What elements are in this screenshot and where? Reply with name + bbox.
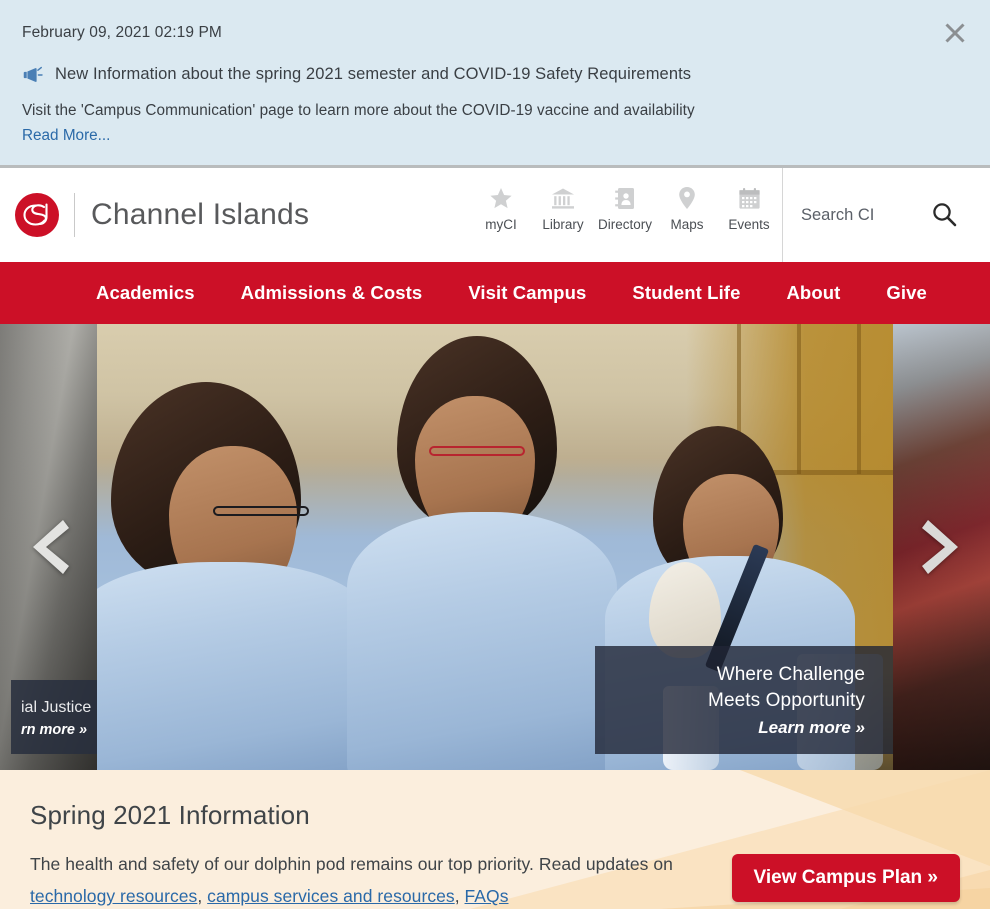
utility-nav-item-library[interactable]: Library — [532, 184, 594, 232]
spring-information-panel: Spring 2021 Information The health and s… — [0, 770, 990, 909]
brand-divider — [74, 193, 75, 237]
utility-nav-label: Directory — [597, 217, 652, 232]
carousel-caption-current: Where Challenge Meets Opportunity Learn … — [595, 646, 893, 754]
hero-carousel: ial Justice rn more » Where Challenge Me… — [0, 324, 990, 770]
library-building-icon — [551, 184, 575, 210]
info-link-faqs[interactable]: FAQs — [465, 886, 509, 906]
utility-nav-label: Events — [728, 217, 770, 232]
csu-seal-icon — [14, 192, 60, 238]
search-input[interactable] — [801, 205, 925, 225]
view-campus-plan-button[interactable]: View Campus Plan » — [731, 854, 960, 902]
search-area — [782, 168, 990, 262]
alert-headline-row: New Information about the spring 2021 se… — [22, 65, 968, 84]
info-link-technology-resources[interactable]: technology resources — [30, 886, 197, 906]
utility-nav-label: Library — [542, 217, 584, 232]
info-link-campus-services[interactable]: campus services and resources — [207, 886, 455, 906]
alert-headline: New Information about the spring 2021 se… — [55, 65, 692, 83]
site-header: Channel Islands myCI Library Directory M… — [0, 168, 990, 262]
info-panel-content: Spring 2021 Information The health and s… — [0, 770, 700, 909]
star-icon — [489, 184, 513, 210]
info-panel-body: The health and safety of our dolphin pod… — [30, 848, 700, 909]
utility-nav-item-myci[interactable]: myCI — [470, 184, 532, 232]
utility-nav-item-directory[interactable]: Directory — [594, 184, 656, 232]
chevron-left-icon — [25, 516, 73, 578]
chevron-right-icon — [918, 516, 966, 578]
site-logo-link[interactable]: Channel Islands — [0, 192, 309, 238]
calendar-icon — [738, 184, 761, 210]
utility-nav-item-maps[interactable]: Maps — [656, 184, 718, 232]
caption-line-1: Where Challenge — [716, 664, 865, 685]
nav-item-academics[interactable]: Academics — [96, 282, 195, 304]
nav-item-give[interactable]: Give — [886, 282, 927, 304]
search-button[interactable] — [931, 201, 957, 230]
site-name: Channel Islands — [91, 198, 310, 231]
nav-item-visit-campus[interactable]: Visit Campus — [468, 282, 586, 304]
caption-learn-more-link[interactable]: Learn more » — [613, 718, 865, 738]
main-navigation: Academics Admissions & Costs Visit Campu… — [0, 262, 990, 324]
caption-line-2: Meets Opportunity — [708, 690, 865, 711]
map-pin-icon — [678, 184, 696, 210]
megaphone-icon — [22, 66, 43, 84]
info-panel-title: Spring 2021 Information — [30, 800, 310, 830]
carousel-next-button[interactable] — [893, 324, 990, 770]
utility-nav-label: Maps — [670, 217, 704, 232]
address-book-icon — [614, 184, 636, 210]
info-sep-2: , — [454, 886, 465, 906]
utility-nav: myCI Library Directory Maps Events — [470, 184, 780, 232]
covid-alert-banner: February 09, 2021 02:19 PM New Informati… — [0, 0, 990, 168]
alert-timestamp: February 09, 2021 02:19 PM — [22, 24, 222, 41]
nav-item-admissions-costs[interactable]: Admissions & Costs — [241, 282, 423, 304]
alert-body-text: Visit the 'Campus Communication' page to… — [22, 102, 695, 119]
info-sep-1: , — [197, 886, 208, 906]
nav-item-student-life[interactable]: Student Life — [632, 282, 740, 304]
page-root: February 09, 2021 02:19 PM New Informati… — [0, 0, 990, 909]
utility-nav-item-events[interactable]: Events — [718, 184, 780, 232]
utility-nav-label: myCI — [485, 217, 517, 232]
carousel-slide-current[interactable]: Where Challenge Meets Opportunity Learn … — [97, 324, 893, 770]
nav-item-about[interactable]: About — [786, 282, 840, 304]
search-icon — [931, 201, 957, 230]
carousel-previous-button[interactable] — [0, 324, 97, 770]
info-text-part1: The health and safety of our dolphin pod… — [30, 854, 673, 874]
alert-read-more-link[interactable]: Read More... — [22, 127, 110, 145]
close-icon[interactable] — [938, 16, 972, 50]
